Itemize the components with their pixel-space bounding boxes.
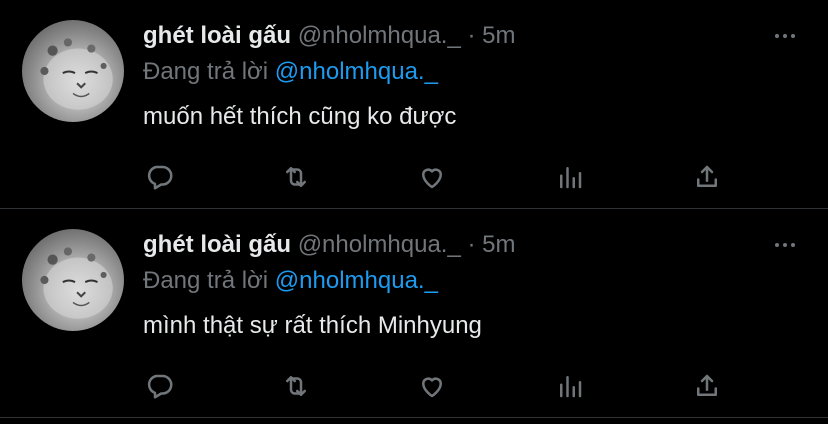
tweet[interactable]: ghét loài gấu @nholmhqua._ · 5m Đang trả… [0,0,828,209]
action-bar [143,369,733,403]
share-button[interactable] [690,369,724,403]
retweet-icon [286,167,306,187]
snow-leopard-avatar-image [40,38,113,110]
action-bar [143,160,733,194]
like-icon [422,168,442,189]
more-icon[interactable] [770,24,800,48]
user-handle[interactable]: @nholmhqua._ [298,22,461,49]
timestamp[interactable]: 5m [482,22,515,49]
reply-button[interactable] [143,160,177,194]
reply-button[interactable] [143,369,177,403]
retweet-button[interactable] [279,369,313,403]
retweet-icon [286,376,306,396]
reply-icon [147,165,173,190]
like-icon [422,377,442,398]
avatar[interactable] [22,20,124,122]
share-button[interactable] [690,160,724,194]
replying-to-label: Đang trả lời [143,267,269,294]
more-icon[interactable] [770,233,800,257]
separator-dot: · [467,22,476,49]
tweet-header: ghét loài gấu @nholmhqua._ · 5m [143,230,516,260]
user-handle[interactable]: @nholmhqua._ [298,231,461,258]
replying-to: Đang trả lời @nholmhqua._ [143,57,438,87]
tweet-text: muốn hết thích cũng ko được [143,103,457,130]
analytics-button[interactable] [553,160,587,194]
timestamp[interactable]: 5m [482,231,515,258]
display-name[interactable]: ghét loài gấu [143,231,291,258]
like-button[interactable] [415,369,449,403]
display-name[interactable]: ghét loài gấu [143,22,291,49]
analytics-icon [560,376,582,398]
reply-icon [147,374,173,399]
mention-link[interactable]: @nholmhqua._ [275,58,438,85]
tweet-header: ghét loài gấu @nholmhqua._ · 5m [143,21,516,51]
like-button[interactable] [415,160,449,194]
tweet[interactable]: ghét loài gấu @nholmhqua._ · 5m Đang trả… [0,209,828,418]
analytics-icon [560,167,582,189]
retweet-button[interactable] [279,160,313,194]
avatar[interactable] [22,229,124,331]
mention-link[interactable]: @nholmhqua._ [275,267,438,294]
analytics-button[interactable] [553,369,587,403]
separator-dot: · [467,231,476,258]
share-icon [697,374,717,396]
replying-to: Đang trả lời @nholmhqua._ [143,266,438,296]
share-icon [697,165,717,187]
tweet-text: mình thật sự rất thích Minhyung [143,312,482,339]
replying-to-label: Đang trả lời [143,58,269,85]
snow-leopard-avatar-image [40,247,113,319]
